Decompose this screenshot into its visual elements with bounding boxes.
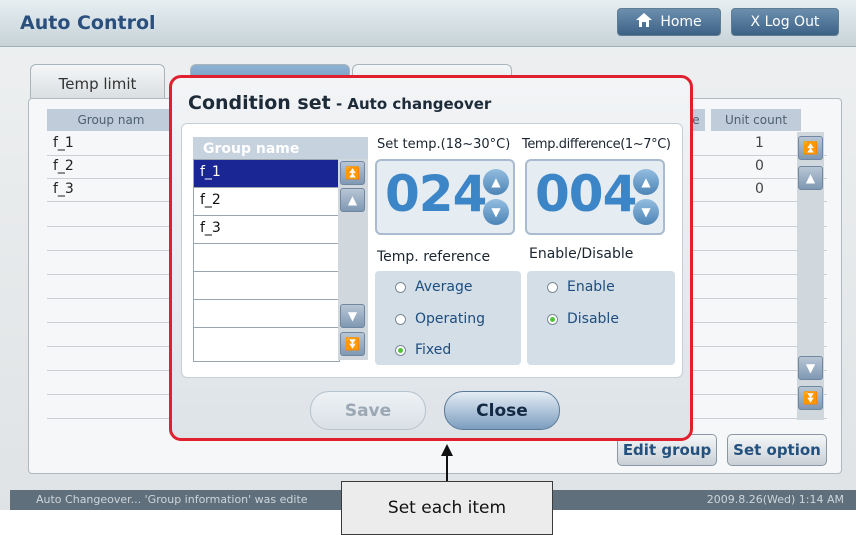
set-temp-down-icon[interactable]: ▼ <box>483 199 509 225</box>
dialog-title: Condition set - Auto changeover <box>188 92 491 114</box>
temp-diff-label: Temp.difference(1~7°C) <box>522 137 671 152</box>
scroll-up-icon[interactable]: ▲ <box>798 166 823 190</box>
radio-enable-label: Enable <box>567 279 615 295</box>
radio-operating[interactable]: Operating <box>395 311 485 327</box>
radio-average-label: Average <box>415 279 473 295</box>
home-button[interactable]: Home <box>617 8 721 36</box>
radio-selected-icon <box>547 313 558 325</box>
home-icon <box>636 13 653 31</box>
col-unit-count: Unit count <box>711 109 801 131</box>
scroll-bottom-icon[interactable]: ⏬ <box>798 386 823 410</box>
group-item-f3[interactable]: f_3 <box>194 216 339 244</box>
set-option-button[interactable]: Set option <box>727 434 827 466</box>
group-list: f_1 f_2 f_3 <box>193 159 340 362</box>
dialog-body: Group name f_1 f_2 f_3 ⏫ ▲ ▼ ⏬ Set temp.… <box>181 123 683 378</box>
condition-set-dialog: Condition set - Auto changeover Group na… <box>169 75 693 441</box>
radio-dot-icon <box>547 281 558 293</box>
group-item-empty <box>194 328 339 356</box>
title-bar: Auto Control Home X Log Out <box>0 0 856 47</box>
radio-disable-label: Disable <box>567 311 619 327</box>
scroll-down-icon[interactable]: ▼ <box>340 304 365 328</box>
scroll-up-icon[interactable]: ▲ <box>340 188 365 212</box>
close-button[interactable]: Close <box>444 391 560 430</box>
temp-diff-up-icon[interactable]: ▲ <box>633 169 659 195</box>
radio-disable[interactable]: Disable <box>547 311 619 327</box>
group-list-scrollbar[interactable]: ⏫ ▲ ▼ ⏬ <box>338 159 368 360</box>
scroll-bottom-icon[interactable]: ⏬ <box>340 332 365 356</box>
scroll-top-icon[interactable]: ⏫ <box>340 161 365 185</box>
row-unit-count: 0 <box>755 181 764 197</box>
callout-box: Set each item <box>341 481 553 535</box>
scroll-top-icon[interactable]: ⏫ <box>798 136 823 160</box>
group-name-header: Group name <box>193 137 368 159</box>
group-item-f2[interactable]: f_2 <box>194 188 339 216</box>
radio-enable[interactable]: Enable <box>547 279 615 295</box>
radio-operating-label: Operating <box>415 311 485 327</box>
set-temp-up-icon[interactable]: ▲ <box>483 169 509 195</box>
logout-button[interactable]: X Log Out <box>731 8 839 36</box>
radio-selected-icon <box>395 344 406 356</box>
dialog-title-main: Condition set <box>188 92 331 114</box>
group-item-empty <box>194 272 339 300</box>
row-group-name: f_2 <box>53 158 74 174</box>
radio-dot-icon <box>395 281 406 293</box>
row-unit-count: 0 <box>755 158 764 174</box>
temp-diff-box: 004 ▲ ▼ <box>525 159 665 235</box>
dialog-subtitle: - Auto changeover <box>330 95 492 113</box>
group-item-empty <box>194 300 339 328</box>
home-label: Home <box>660 14 702 30</box>
app-title: Auto Control <box>20 12 156 34</box>
set-temp-box: 024 ▲ ▼ <box>375 159 515 235</box>
temp-reference-group: Average Operating Fixed <box>375 271 521 365</box>
temp-reference-label: Temp. reference <box>377 249 491 265</box>
row-unit-count: 1 <box>755 135 764 151</box>
arrow-up-icon <box>441 444 453 484</box>
temp-diff-value: 004 <box>535 165 637 223</box>
row-group-name: f_1 <box>53 135 74 151</box>
group-item-empty <box>194 244 339 272</box>
radio-fixed-label: Fixed <box>415 342 452 358</box>
tab-temp-limit[interactable]: Temp limit <box>30 64 165 100</box>
row-group-name: f_3 <box>53 181 74 197</box>
table-scrollbar[interactable]: ⏫ ▲ ▼ ⏬ <box>797 132 824 420</box>
temp-diff-down-icon[interactable]: ▼ <box>633 199 659 225</box>
radio-average[interactable]: Average <box>395 279 473 295</box>
col-group-name: Group nam <box>47 109 175 131</box>
scroll-down-icon[interactable]: ▼ <box>798 356 823 380</box>
save-button[interactable]: Save <box>310 391 426 430</box>
status-datetime: 2009.8.26(Wed) 1:14 AM <box>706 493 844 506</box>
group-item-f1[interactable]: f_1 <box>194 160 339 188</box>
set-temp-label: Set temp.(18~30°C) <box>377 137 511 152</box>
enable-disable-label: Enable/Disable <box>529 246 634 262</box>
radio-fixed[interactable]: Fixed <box>395 342 451 358</box>
set-temp-value: 024 <box>385 165 487 223</box>
enable-disable-group: Enable Disable <box>527 271 675 365</box>
status-message: Auto Changeover... 'Group information' w… <box>36 493 308 506</box>
radio-dot-icon <box>395 313 406 325</box>
